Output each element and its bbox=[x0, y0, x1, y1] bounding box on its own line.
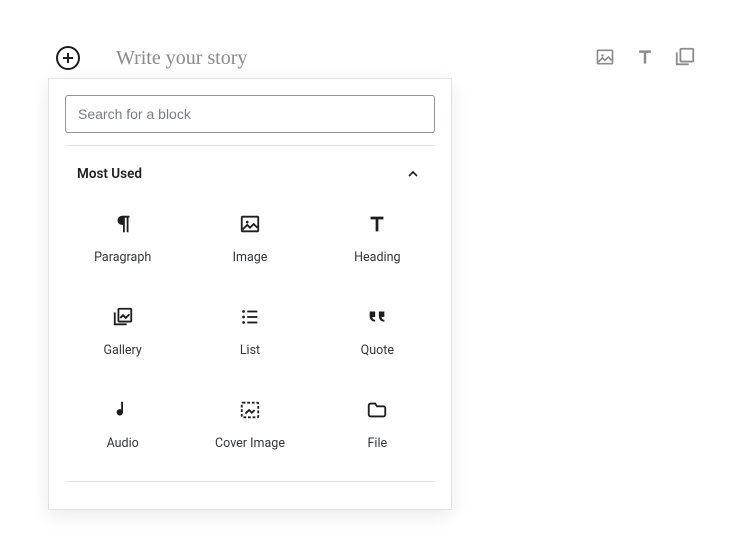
block-label: Cover Image bbox=[215, 436, 285, 451]
audio-icon bbox=[111, 398, 135, 422]
block-audio[interactable]: Audio bbox=[59, 386, 186, 455]
cover-image-icon bbox=[238, 398, 262, 422]
block-label: Gallery bbox=[104, 343, 142, 358]
block-label: Quote bbox=[361, 343, 394, 358]
list-icon bbox=[238, 305, 262, 329]
block-label: File bbox=[368, 436, 388, 451]
block-label: Paragraph bbox=[94, 250, 151, 265]
block-label: Image bbox=[233, 250, 268, 265]
heading-icon bbox=[365, 212, 389, 236]
file-icon bbox=[365, 398, 389, 422]
image-icon bbox=[238, 212, 262, 236]
quick-heading-icon[interactable] bbox=[634, 46, 656, 68]
block-paragraph[interactable]: Paragraph bbox=[59, 200, 186, 269]
panel-title: Most Used bbox=[77, 166, 142, 182]
block-image[interactable]: Image bbox=[186, 200, 313, 269]
block-label: Heading bbox=[354, 250, 400, 265]
block-list-scroll[interactable]: Most Used Paragraph I bbox=[49, 146, 451, 509]
quick-gallery-icon[interactable] bbox=[674, 46, 696, 68]
gallery-icon bbox=[111, 305, 135, 329]
block-inserter-panel: Most Used Paragraph I bbox=[48, 78, 452, 510]
chevron-up-icon bbox=[403, 164, 423, 184]
paragraph-icon bbox=[111, 212, 135, 236]
block-gallery[interactable]: Gallery bbox=[59, 293, 186, 362]
quick-image-icon[interactable] bbox=[594, 46, 616, 68]
add-block-button[interactable] bbox=[56, 46, 80, 70]
search-block-input[interactable] bbox=[65, 95, 435, 133]
block-quote[interactable]: Quote bbox=[314, 293, 441, 362]
quote-icon bbox=[365, 305, 389, 329]
block-cover-image[interactable]: Cover Image bbox=[186, 386, 313, 455]
panel-most-used[interactable]: Most Used bbox=[49, 146, 451, 192]
block-heading[interactable]: Heading bbox=[314, 200, 441, 269]
block-label: Audio bbox=[107, 436, 139, 451]
block-list[interactable]: List bbox=[186, 293, 313, 362]
divider bbox=[65, 481, 435, 482]
block-file[interactable]: File bbox=[314, 386, 441, 455]
block-label: List bbox=[240, 343, 260, 358]
